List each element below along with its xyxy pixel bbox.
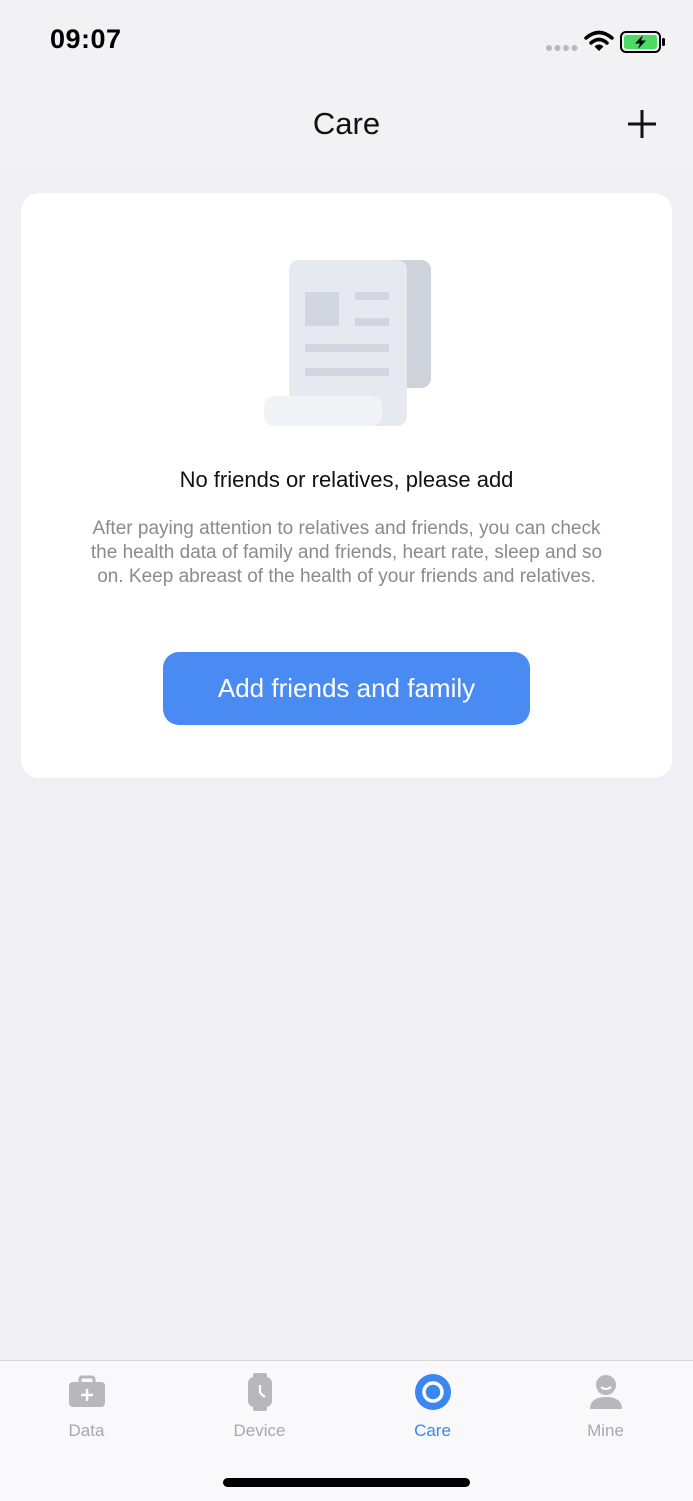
empty-state-title: No friends or relatives, please add <box>179 467 514 492</box>
tab-label-data: Data <box>68 1421 105 1440</box>
nav-bar: Care <box>0 82 693 172</box>
person-icon <box>590 1375 622 1409</box>
plus-icon[interactable] <box>624 106 660 142</box>
home-indicator <box>223 1478 470 1487</box>
signal-icon <box>546 45 578 51</box>
status-time: 09:07 <box>50 24 122 54</box>
page-title: Care <box>312 106 381 141</box>
tab-label-device: Device <box>233 1421 286 1440</box>
tab-data[interactable]: Data <box>0 1361 173 1451</box>
tab-label-mine: Mine <box>587 1421 624 1440</box>
tab-label-care: Care <box>414 1421 451 1440</box>
empty-state-description: After paying attention to relatives and … <box>90 518 603 587</box>
tab-device[interactable]: Device <box>173 1361 346 1451</box>
battery-charging-icon <box>620 31 665 53</box>
watch-icon <box>248 1373 272 1411</box>
tab-care[interactable]: Care <box>346 1361 519 1451</box>
medical-kit-icon <box>69 1375 105 1407</box>
add-friends-button[interactable]: Add friends and family <box>163 652 530 725</box>
document-scroll-icon <box>264 260 431 426</box>
empty-state-card: No friends or relatives, please add Afte… <box>21 193 672 778</box>
care-ring-icon <box>415 1374 451 1410</box>
status-bar: 09:07 <box>0 0 693 82</box>
tab-mine[interactable]: Mine <box>519 1361 692 1451</box>
wifi-icon <box>584 30 614 51</box>
